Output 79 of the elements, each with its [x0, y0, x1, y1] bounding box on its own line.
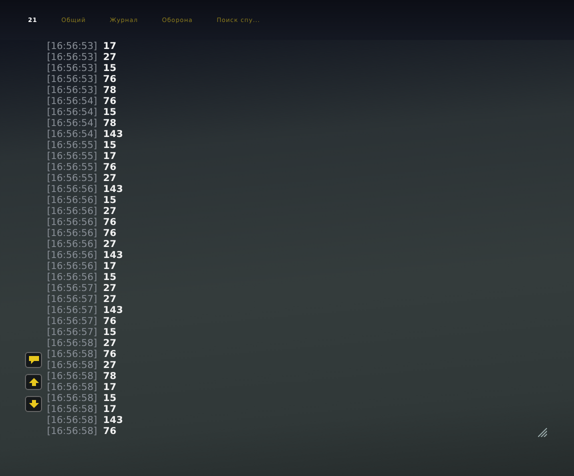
message-text: 27 — [103, 173, 116, 184]
timestamp: [16:56:53] — [47, 85, 98, 96]
timestamp: [16:56:56] — [47, 239, 98, 250]
message-text: 27 — [103, 338, 116, 349]
timestamp: [16:56:58] — [47, 360, 98, 371]
message-text: 27 — [103, 360, 116, 371]
message-text: 27 — [103, 52, 116, 63]
timestamp: [16:56:56] — [47, 195, 98, 206]
message-text: 78 — [103, 85, 116, 96]
message-text: 76 — [103, 426, 116, 437]
message-text: 27 — [103, 239, 116, 250]
timestamp: [16:56:56] — [47, 217, 98, 228]
message-text: 76 — [103, 162, 116, 173]
message-text: 143 — [103, 250, 123, 261]
message-text: 76 — [103, 228, 116, 239]
timestamp: [16:56:57] — [47, 283, 98, 294]
timestamp: [16:56:57] — [47, 294, 98, 305]
timestamp: [16:56:58] — [47, 393, 98, 404]
message-text: 143 — [103, 129, 123, 140]
down-arrow-icon — [28, 400, 38, 408]
timestamp: [16:56:54] — [47, 107, 98, 118]
timestamp: [16:56:53] — [47, 52, 98, 63]
timestamp: [16:56:58] — [47, 404, 98, 415]
timestamp: [16:56:55] — [47, 151, 98, 162]
timestamp: [16:56:56] — [47, 250, 98, 261]
message-text: 78 — [103, 118, 116, 129]
timestamp: [16:56:55] — [47, 173, 98, 184]
message-text: 27 — [103, 206, 116, 217]
message-text: 78 — [103, 371, 116, 382]
timestamp: [16:56:57] — [47, 316, 98, 327]
message-text: 76 — [103, 316, 116, 327]
message-text: 15 — [103, 327, 116, 338]
message-text: 76 — [103, 349, 116, 360]
timestamp: [16:56:58] — [47, 371, 98, 382]
timestamp: [16:56:56] — [47, 206, 98, 217]
chat-bubble-button[interactable] — [25, 352, 42, 368]
timestamp: [16:56:56] — [47, 184, 98, 195]
timestamp: [16:56:58] — [47, 415, 98, 426]
message-text: 15 — [103, 63, 116, 74]
message-text: 17 — [103, 404, 116, 415]
timestamp: [16:56:58] — [47, 426, 98, 437]
timestamp: [16:56:55] — [47, 140, 98, 151]
timestamp: [16:56:57] — [47, 305, 98, 316]
up-arrow-icon — [28, 378, 38, 386]
message-text: 143 — [103, 184, 123, 195]
timestamp: [16:56:57] — [47, 327, 98, 338]
timestamp: [16:56:58] — [47, 338, 98, 349]
message-text: 15 — [103, 140, 116, 151]
speech-bubble-icon — [28, 355, 40, 365]
message-text: 76 — [103, 74, 116, 85]
message-text: 15 — [103, 195, 116, 206]
message-text: 15 — [103, 107, 116, 118]
resize-grip-icon[interactable] — [538, 428, 547, 437]
message-text: 17 — [103, 261, 116, 272]
timestamp: [16:56:54] — [47, 118, 98, 129]
timestamp: [16:56:56] — [47, 272, 98, 283]
message-text: 143 — [103, 415, 123, 426]
message-text: 27 — [103, 294, 116, 305]
message-text: 15 — [103, 272, 116, 283]
message-text: 143 — [103, 305, 123, 316]
message-text: 17 — [103, 382, 116, 393]
timestamp: [16:56:53] — [47, 74, 98, 85]
timestamp: [16:56:58] — [47, 382, 98, 393]
timestamp: [16:56:56] — [47, 228, 98, 239]
message-text: 27 — [103, 283, 116, 294]
timestamp: [16:56:53] — [47, 41, 98, 52]
timestamp: [16:56:55] — [47, 162, 98, 173]
message-text: 15 — [103, 393, 116, 404]
message-text: 76 — [103, 217, 116, 228]
message-text: 76 — [103, 96, 116, 107]
message-text: 17 — [103, 41, 116, 52]
scroll-down-button[interactable] — [25, 396, 42, 412]
message-text: 17 — [103, 151, 116, 162]
timestamp: [16:56:54] — [47, 129, 98, 140]
timestamp: [16:56:58] — [47, 349, 98, 360]
timestamp: [16:56:54] — [47, 96, 98, 107]
timestamp: [16:56:56] — [47, 261, 98, 272]
scroll-up-button[interactable] — [25, 374, 42, 390]
timestamp: [16:56:53] — [47, 63, 98, 74]
